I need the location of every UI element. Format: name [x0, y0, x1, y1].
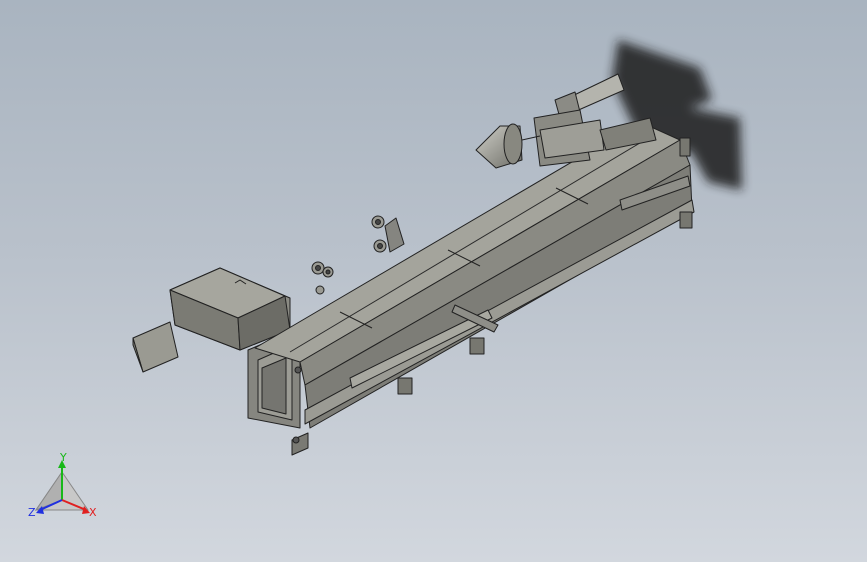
y-axis-label: Y: [59, 451, 67, 464]
z-axis-label: Z: [28, 506, 36, 519]
axis-triad: Y X Z: [28, 451, 97, 519]
conveyor-beam[interactable]: [254, 121, 693, 429]
x-axis-label: X: [89, 506, 97, 519]
cone-head[interactable]: [475, 123, 541, 169]
3d-model-viewport[interactable]: Y X Z: [0, 0, 867, 562]
conveyor-assembly[interactable]: [132, 73, 695, 456]
